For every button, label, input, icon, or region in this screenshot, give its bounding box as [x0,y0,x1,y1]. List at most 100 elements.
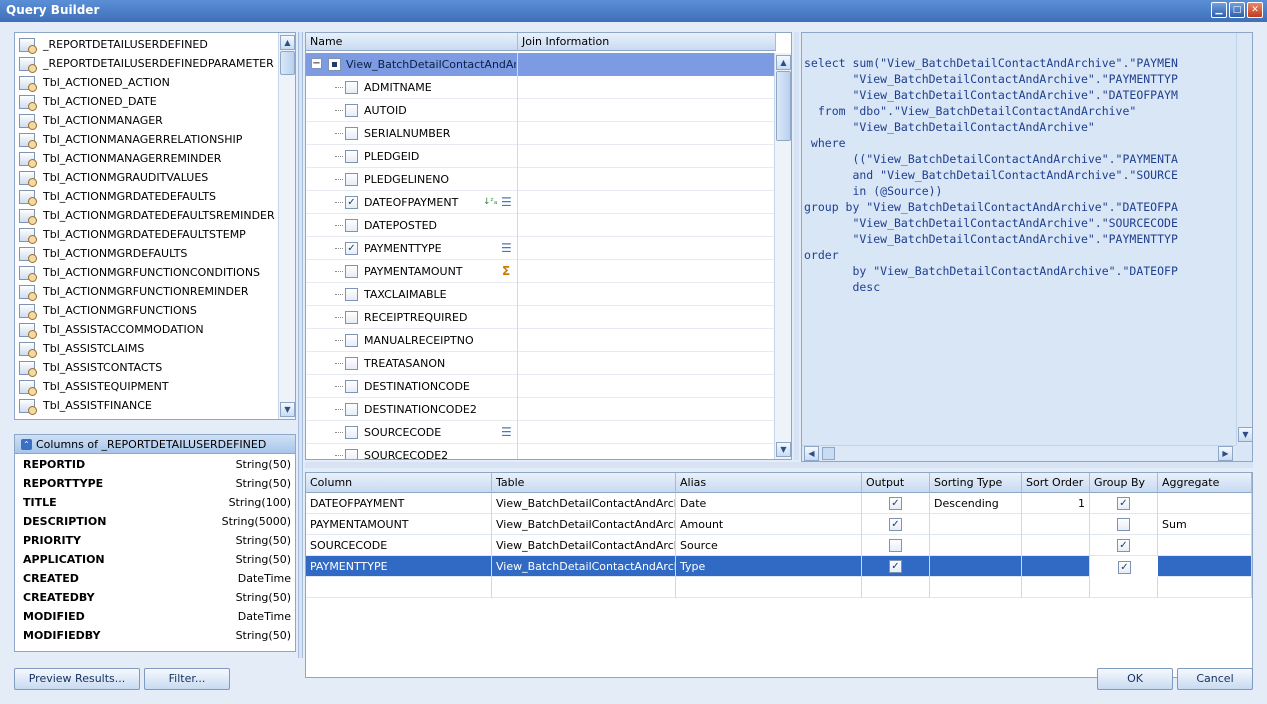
field-row[interactable]: PLEDGELINENO [306,168,776,191]
field-row[interactable]: DATEPOSTED [306,214,776,237]
join-column-header[interactable]: Join Information [518,33,776,51]
scroll-down-icon[interactable]: ▼ [1238,427,1253,442]
field-row[interactable]: MANUALRECEIPTNO [306,329,776,352]
table-list-item[interactable]: _REPORTDETAILUSERDEFINED [15,35,208,54]
field-row[interactable]: SERIALNUMBER [306,122,776,145]
field-checkbox[interactable] [345,288,358,301]
grid-cell-order[interactable] [1022,535,1090,556]
grid-cell-output[interactable]: ✓ [862,556,930,577]
root-table-row[interactable]: − View_BatchDetailContactAndArchive [306,53,776,76]
table-list-item[interactable]: Tbl_ASSISTCONTACTS [15,358,162,377]
scroll-left-icon[interactable]: ◀ [804,446,819,461]
grid-cell-sorting[interactable] [930,514,1022,535]
table-list-item[interactable]: Tbl_ACTIONMGRDATEDEFAULTSTEMP [15,225,246,244]
field-row[interactable]: DESTINATIONCODE [306,375,776,398]
grid-cell-alias[interactable]: Type [676,556,862,577]
grid-cell-alias[interactable]: Source [676,535,862,556]
grid-cell-order[interactable]: 1 [1022,493,1090,514]
grid-cell-aggregate[interactable] [1158,556,1252,577]
grid-cell-group[interactable]: ✓ [1090,493,1158,514]
table-list-item[interactable]: Tbl_ACTIONED_DATE [15,92,157,111]
field-row[interactable]: TAXCLAIMABLE [306,283,776,306]
sql-hscroll[interactable]: ◀ ▶ [802,445,1236,461]
field-checkbox[interactable] [345,426,358,439]
field-scrollbar[interactable]: ▲ ▼ [774,53,791,459]
grid-empty-cell[interactable] [1022,577,1090,598]
field-checkbox[interactable]: ✓ [345,242,358,255]
grid-empty-cell[interactable] [1090,577,1158,598]
grid-cell-aggregate[interactable]: Sum [1158,514,1252,535]
horizontal-splitter[interactable] [305,462,1253,468]
grid-column-header[interactable]: Column [306,473,492,493]
field-row[interactable]: RECEIPTREQUIRED [306,306,776,329]
output-checkbox[interactable]: ✓ [889,560,902,573]
grid-column-header[interactable]: Sort Order [1022,473,1090,493]
grid-empty-cell[interactable] [492,577,676,598]
grid-cell-sorting[interactable] [930,556,1022,577]
field-checkbox[interactable] [345,219,358,232]
field-row[interactable]: PLEDGEID [306,145,776,168]
table-list-item[interactable]: Tbl_ASSISTFINANCE [15,396,152,415]
grid-cell-alias[interactable]: Amount [676,514,862,535]
grid-empty-cell[interactable] [862,577,930,598]
cancel-button[interactable]: Cancel [1177,668,1253,690]
grid-column-header[interactable]: Sorting Type [930,473,1022,493]
field-checkbox[interactable] [345,334,358,347]
grid-cell-table[interactable]: View_BatchDetailContactAndArchive [492,535,676,556]
field-row[interactable]: ADMITNAME [306,76,776,99]
scroll-down-icon[interactable]: ▼ [280,402,295,417]
grid-row[interactable]: PAYMENTTYPE View_BatchDetailContactAndArc… [306,556,1252,577]
grid-empty-cell[interactable] [930,577,1022,598]
grid-column-header[interactable]: Alias [676,473,862,493]
scroll-up-icon[interactable]: ▲ [776,55,791,70]
preview-results-button[interactable]: Preview Results... [14,668,140,690]
field-checkbox[interactable] [345,357,358,370]
field-checkbox[interactable] [345,380,358,393]
maximize-icon[interactable]: □ [1229,2,1245,18]
grid-row[interactable]: DATEOFPAYMENT View_BatchDetailContactAndA… [306,493,1252,514]
grid-cell-order[interactable] [1022,556,1090,577]
grid-empty-cell[interactable] [1158,577,1252,598]
field-checkbox[interactable]: ✓ [345,196,358,209]
field-checkbox[interactable] [345,265,358,278]
close-icon[interactable]: ✕ [1247,2,1263,18]
field-row[interactable]: AUTOID [306,99,776,122]
field-row[interactable]: ✓ DATEOFPAYMENT ↓ᶻₐ ☰ [306,191,776,214]
group-checkbox[interactable]: ✓ [1118,561,1131,574]
sql-splitter[interactable] [794,32,799,460]
table-list-item[interactable]: Tbl_ASSISTCLAIMS [15,339,144,358]
ok-button[interactable]: OK [1097,668,1173,690]
field-row[interactable]: PAYMENTAMOUNT Σ [306,260,776,283]
field-row[interactable]: SOURCECODE2 [306,444,776,459]
grid-cell-sorting[interactable]: Descending [930,493,1022,514]
output-checkbox[interactable]: ✓ [889,518,902,531]
group-checkbox[interactable]: ✓ [1117,539,1130,552]
grid-empty-cell[interactable] [676,577,862,598]
root-checkbox[interactable] [328,58,341,71]
field-row[interactable]: DESTINATIONCODE2 [306,398,776,421]
scroll-up-icon[interactable]: ▲ [280,35,295,50]
table-list-item[interactable]: Tbl_ACTIONED_ACTION [15,73,170,92]
grid-cell-alias[interactable]: Date [676,493,862,514]
grid-cell-output[interactable]: ✓ [862,493,930,514]
grid-cell-order[interactable] [1022,514,1090,535]
table-list-item[interactable]: _REPORTDETAILUSERDEFINEDPARAMETER [15,54,274,73]
grid-cell-column[interactable]: DATEOFPAYMENT [306,493,492,514]
grid-cell-output[interactable] [862,535,930,556]
tables-list[interactable]: _REPORTDETAILUSERDEFINED _REPORTDETAILUSE… [14,32,296,420]
field-row[interactable]: TREATASANON [306,352,776,375]
grid-column-header[interactable]: Aggregate [1158,473,1252,493]
field-checkbox[interactable] [345,127,358,140]
grid-cell-group[interactable]: ✓ [1090,535,1158,556]
table-list-item[interactable]: Tbl_ACTIONMGRFUNCTIONCONDITIONS [15,263,260,282]
table-list-item[interactable]: Tbl_ACTIONMANAGERRELATIONSHIP [15,130,242,149]
sql-vscroll[interactable]: ▼ [1236,33,1253,445]
grid-column-header[interactable]: Output [862,473,930,493]
field-row[interactable]: SOURCECODE ☰ [306,421,776,444]
scroll-right-icon[interactable]: ▶ [1218,446,1233,461]
field-checkbox[interactable] [345,311,358,324]
table-list-item[interactable]: Tbl_ACTIONMANAGERREMINDER [15,149,221,168]
grid-row[interactable]: SOURCECODEView_BatchDetailContactAndArch… [306,535,1252,556]
table-list-item[interactable]: Tbl_ACTIONMGRDATEDEFAULTSREMINDER [15,206,275,225]
field-checkbox[interactable] [345,104,358,117]
